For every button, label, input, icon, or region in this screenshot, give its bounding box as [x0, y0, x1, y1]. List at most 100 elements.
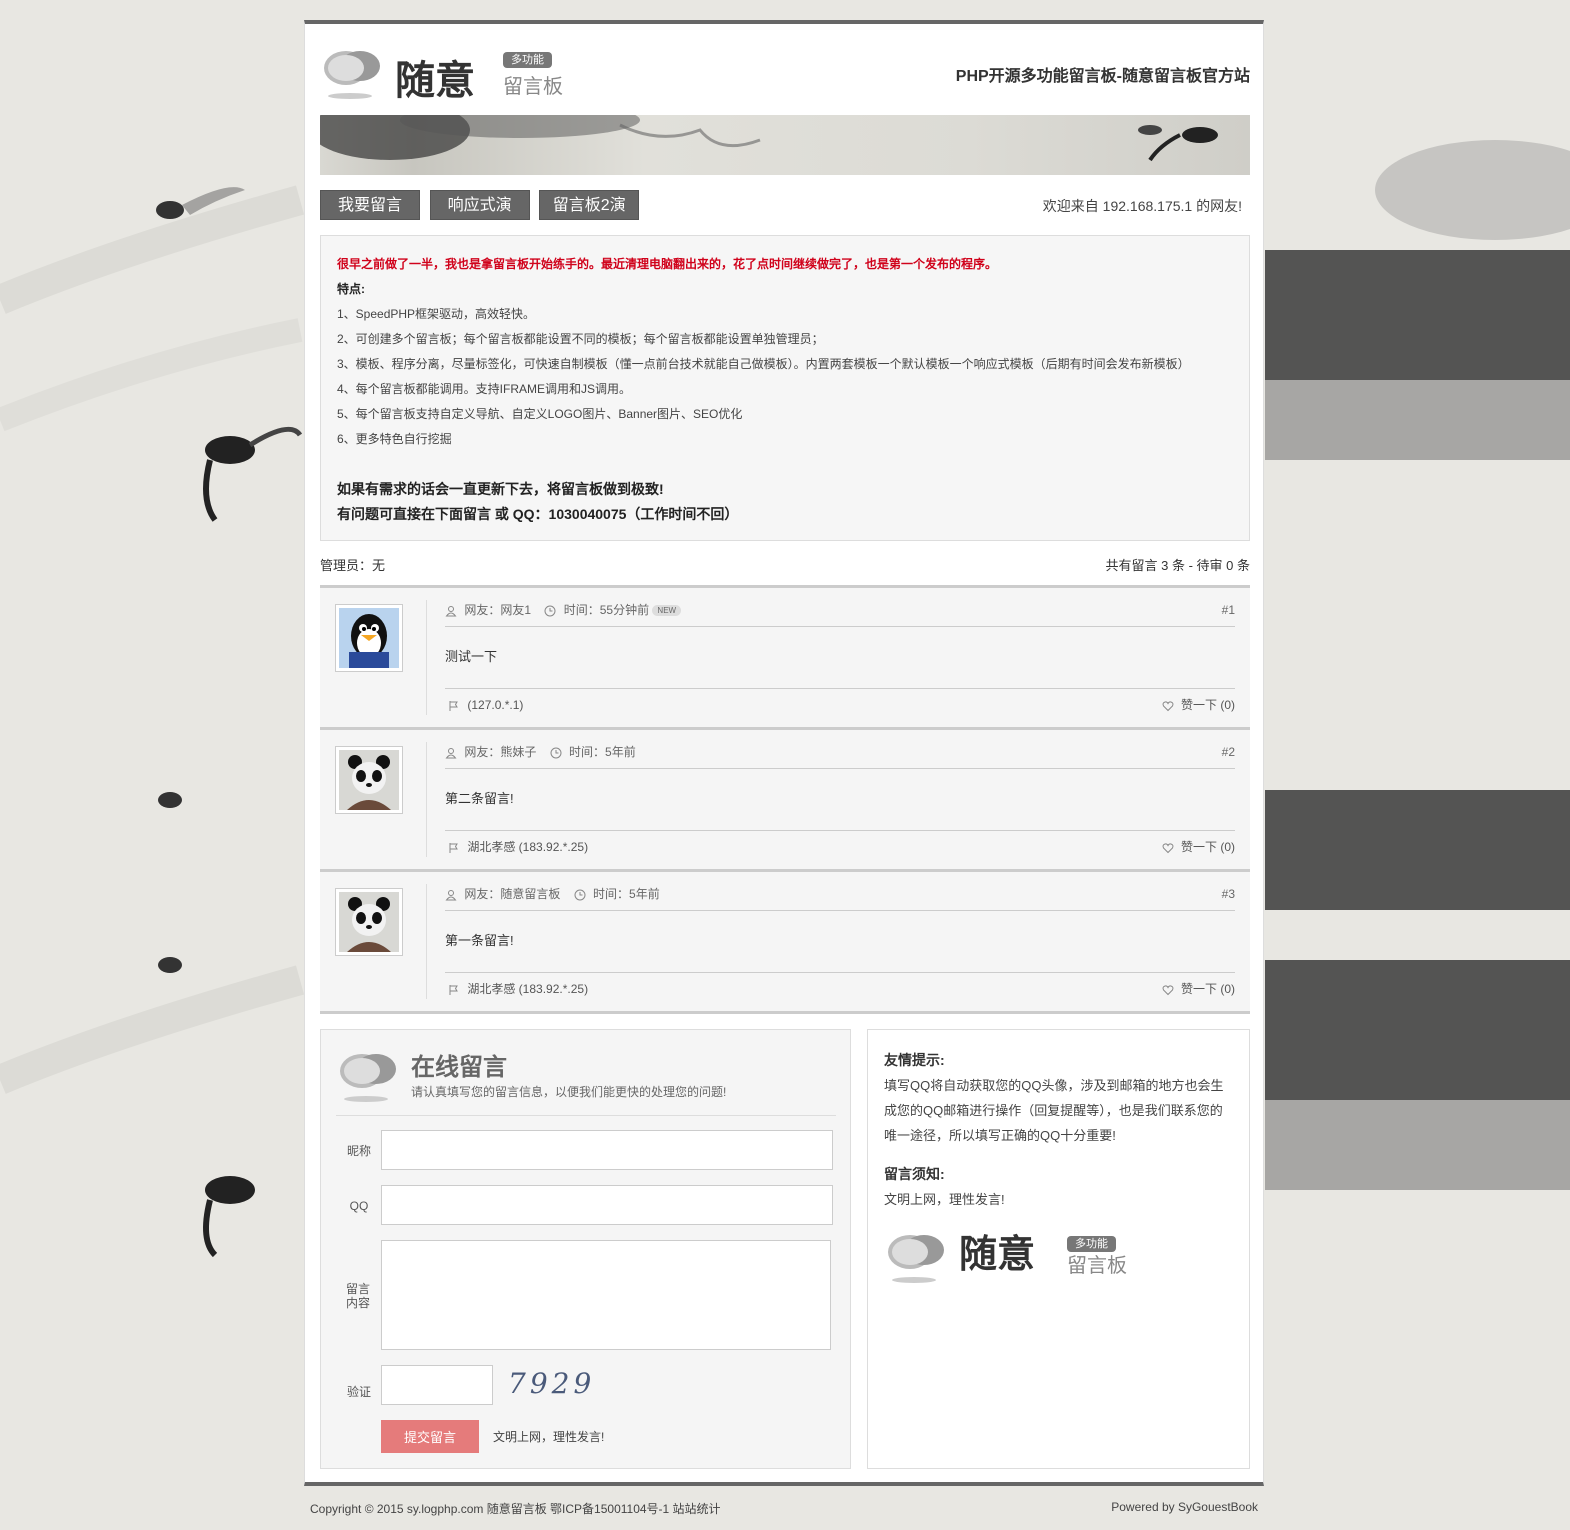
message-item: 网友：随意留言板 时间：5年前 #3 第一条留言! 湖北孝感 (183.92.*… — [320, 869, 1250, 1014]
captcha-image[interactable]: 7929 — [508, 1365, 598, 1403]
feature-item: 2、可创建多个留言板；每个留言板都能设置不同的模板；每个留言板都能设置单独管理员… — [337, 332, 824, 346]
form-header: 在线留言 请认真填写您的留言信息，以便我们能更快的处理您的问题! — [336, 1045, 836, 1116]
message-list: 网友：网友1 时间：55分钟前 NEW #1 测试一下 (127.0.*.1) … — [320, 585, 1250, 1014]
notice-box: 很早之前做了一半，我也是拿留言板开始练手的。最近清理电脑翻出来的，花了点时间继续… — [320, 235, 1250, 541]
notice-closing-2: 有问题可直接在下面留言 或 QQ：1030040075（工作时间不回） — [337, 506, 739, 522]
message-time: 时间：55分钟前 — [563, 603, 650, 617]
clock-icon — [550, 747, 562, 759]
message-number: #2 — [1221, 745, 1235, 759]
logo-badge: 多功能 — [503, 52, 552, 68]
notice-features-title: 特点: — [337, 282, 365, 296]
logo-sub-text: 留言板 — [503, 76, 563, 98]
new-badge: NEW — [652, 605, 682, 617]
nav-bar: 我要留言 响应式演示 留言板2演示 欢迎来自 192.168.175.1 的网友… — [320, 190, 1250, 244]
clock-icon — [544, 605, 556, 617]
like-button[interactable]: 赞一下 (0) — [1162, 831, 1235, 863]
message-count: 共有留言 3 条 - 待审 0 条 — [1105, 558, 1250, 573]
verify-label: 验证 — [346, 1385, 371, 1399]
message-body: 第二条留言! — [445, 791, 514, 806]
message-footer: (127.0.*.1) 赞一下 (0) — [445, 688, 1235, 719]
speech-bubble-logo-icon — [324, 51, 380, 99]
site-logo[interactable]: 随意 多功能 留言板 — [320, 44, 570, 104]
footer: Copyright © 2015 sy.logphp.com 随意留言板 鄂IC… — [310, 1500, 1258, 1517]
message-author: 网友：网友1 — [464, 603, 532, 617]
flag-icon — [449, 700, 458, 711]
content-textarea[interactable] — [381, 1240, 831, 1350]
form-title: 在线留言 — [411, 1054, 507, 1081]
panda-avatar-icon — [339, 750, 399, 810]
like-button[interactable]: 赞一下 (0) — [1162, 973, 1235, 1005]
avatar — [335, 746, 403, 814]
message-header: 网友：网友1 时间：55分钟前 NEW #1 — [445, 600, 1235, 627]
banner-image — [320, 115, 1250, 175]
message-number: #1 — [1221, 603, 1235, 617]
like-label: 赞一下 (0) — [1180, 698, 1235, 712]
nickname-input[interactable] — [381, 1130, 833, 1170]
footer-powered: Powered by SyGouestBook — [1111, 1500, 1258, 1514]
nav-leave-message[interactable]: 我要留言 — [320, 190, 420, 220]
flag-icon — [449, 842, 458, 853]
notice-intro: 很早之前做了一半，我也是拿留言板开始练手的。最近清理电脑翻出来的，花了点时间继续… — [337, 257, 998, 271]
qq-label: QQ — [349, 1199, 369, 1213]
submit-button[interactable]: 提交留言 — [381, 1420, 479, 1453]
user-icon — [445, 605, 457, 617]
speech-bubble-icon — [340, 1054, 396, 1102]
message-item: 网友：网友1 时间：55分钟前 NEW #1 测试一下 (127.0.*.1) … — [320, 585, 1250, 727]
divider — [426, 742, 427, 857]
like-label: 赞一下 (0) — [1180, 840, 1235, 854]
avatar — [335, 604, 403, 672]
message-body: 测试一下 — [445, 649, 498, 664]
tips-title-2: 留言须知: — [884, 1166, 945, 1182]
message-footer: 湖北孝感 (183.92.*.25) 赞一下 (0) — [445, 830, 1235, 861]
message-header: 网友：熊妹子 时间：5年前 #2 — [445, 742, 1235, 769]
admin-text: 管理员：无 — [320, 558, 386, 573]
divider — [426, 884, 427, 999]
flag-icon — [449, 984, 458, 995]
avatar — [335, 888, 403, 956]
message-ip: 湖北孝感 (183.92.*.25) — [467, 840, 589, 854]
logo-badge: 多功能 — [1067, 1236, 1116, 1252]
message-time: 时间：5年前 — [593, 887, 660, 901]
nav-responsive-demo[interactable]: 响应式演示 — [429, 190, 530, 244]
nav-board2-demo[interactable]: 留言板2演示 — [539, 190, 640, 244]
stats-bar: 管理员：无 共有留言 3 条 - 待审 0 条 — [320, 555, 1250, 574]
like-button[interactable]: 赞一下 (0) — [1162, 689, 1235, 721]
main-container: 随意 多功能 留言板 PHP开源多功能留言板-随意留言板官方站 我要留言 响应式… — [304, 20, 1264, 1486]
panda-avatar-icon — [339, 892, 399, 952]
notice-closing-1: 如果有需求的话会一直更新下去，将留言板做到极致! — [337, 481, 664, 497]
captcha-input[interactable] — [381, 1365, 493, 1405]
message-footer: 湖北孝感 (183.92.*.25) 赞一下 (0) — [445, 972, 1235, 1003]
logo-main-text: 随意 — [395, 57, 475, 104]
like-label: 赞一下 (0) — [1180, 982, 1235, 996]
speech-bubble-logo-icon — [888, 1235, 944, 1283]
tips-text-1: 填写QQ将自动获取您的QQ头像，涉及到邮箱的地方也会生成您的QQ邮箱进行操作（回… — [884, 1078, 1224, 1143]
tips-title-1: 友情提示: — [884, 1052, 945, 1068]
content-label: 留言内容 — [345, 1282, 370, 1310]
qq-input[interactable] — [381, 1185, 833, 1225]
message-item: 网友：熊妹子 时间：5年前 #2 第二条留言! 湖北孝感 (183.92.*.2… — [320, 727, 1250, 869]
feature-item: 3、模板、程序分离，尽量标签化，可快速自制模板（懂一点前台技术就能自己做模板）。… — [337, 357, 1190, 371]
footer-copyright: Copyright © 2015 sy.logphp.com 随意留言板 鄂IC… — [310, 1502, 721, 1516]
user-icon — [445, 889, 457, 901]
heart-icon — [1162, 843, 1174, 854]
tips-text-2: 文明上网，理性发言! — [884, 1192, 1005, 1207]
logo-sub-text: 留言板 — [1067, 1255, 1127, 1277]
welcome-text: 欢迎来自 192.168.175.1 的网友! — [1042, 198, 1242, 214]
logo-main-text: 随意 — [959, 1231, 1036, 1276]
user-icon — [445, 747, 457, 759]
tips-logo: 随意 多功能 留言板 — [884, 1230, 1233, 1290]
header: 随意 多功能 留言板 PHP开源多功能留言板-随意留言板官方站 — [320, 44, 1250, 104]
message-author: 网友：随意留言板 — [464, 887, 561, 901]
message-number: #3 — [1221, 887, 1235, 901]
feature-item: 1、SpeedPHP框架驱动，高效轻快。 — [337, 307, 536, 321]
feature-item: 6、更多特色自行挖掘 — [337, 432, 452, 446]
clock-icon — [574, 889, 586, 901]
feature-item: 4、每个留言板都能调用。支持IFRAME调用和JS调用。 — [337, 382, 632, 396]
submit-note: 文明上网，理性发言! — [493, 1430, 605, 1444]
tips-box: 友情提示: 填写QQ将自动获取您的QQ头像，涉及到邮箱的地方也会生成您的QQ邮箱… — [867, 1029, 1250, 1469]
message-ip: 湖北孝感 (183.92.*.25) — [467, 982, 589, 996]
message-author: 网友：熊妹子 — [464, 745, 537, 759]
heart-icon — [1162, 985, 1174, 996]
site-title: PHP开源多功能留言板-随意留言板官方站 — [955, 68, 1250, 85]
message-time: 时间：5年前 — [569, 745, 636, 759]
